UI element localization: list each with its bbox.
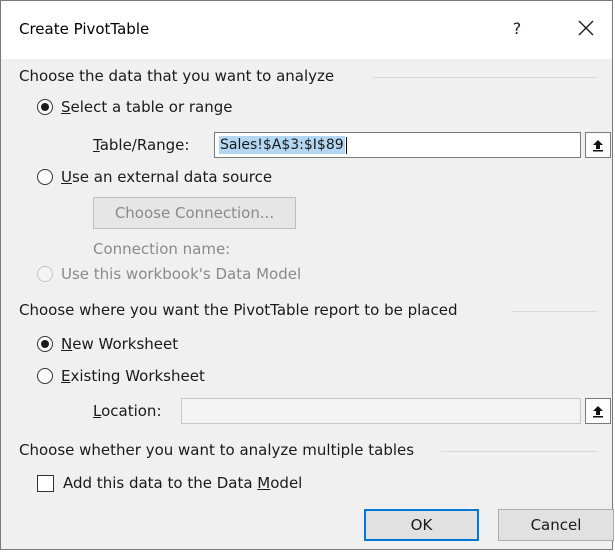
external-source-option[interactable]: Use an external data source bbox=[37, 168, 272, 186]
location-collapse-button[interactable] bbox=[585, 398, 611, 424]
data-model-label: Use this workbook's Data Model bbox=[61, 265, 302, 283]
data-model-radio[interactable] bbox=[37, 266, 53, 282]
table-range-collapse-button[interactable] bbox=[585, 132, 611, 158]
new-worksheet-radio[interactable] bbox=[37, 336, 53, 352]
text-caret bbox=[345, 136, 347, 154]
cancel-button[interactable]: Cancel bbox=[498, 509, 614, 541]
data-section-label: Choose the data that you want to analyze bbox=[19, 67, 335, 85]
select-range-option[interactable]: Select a table or range bbox=[37, 98, 233, 116]
external-source-radio[interactable] bbox=[37, 169, 53, 185]
title-bar: Create PivotTable ? bbox=[1, 1, 612, 59]
select-range-radio[interactable] bbox=[37, 99, 53, 115]
choose-connection-button[interactable]: Choose Connection... bbox=[93, 197, 296, 229]
new-worksheet-option[interactable]: New Worksheet bbox=[37, 335, 178, 353]
location-input[interactable] bbox=[181, 398, 581, 424]
add-to-data-model-option[interactable]: Add this data to the Data Model bbox=[37, 474, 302, 492]
dialog-title: Create PivotTable bbox=[19, 20, 150, 38]
placement-section-label: Choose where you want the PivotTable rep… bbox=[19, 301, 458, 319]
help-button[interactable]: ? bbox=[503, 15, 531, 43]
new-worksheet-label: New Worksheet bbox=[61, 335, 179, 353]
external-source-label: Use an external data source bbox=[61, 168, 273, 186]
collapse-dialog-icon bbox=[593, 140, 603, 152]
add-to-data-model-checkbox[interactable] bbox=[37, 474, 54, 492]
existing-worksheet-option[interactable]: Existing Worksheet bbox=[37, 367, 205, 385]
close-icon bbox=[578, 20, 594, 36]
data-section-divider bbox=[373, 77, 597, 78]
close-button[interactable] bbox=[571, 13, 601, 43]
add-to-data-model-label: Add this data to the Data Model bbox=[63, 474, 303, 492]
table-range-input[interactable]: Sales!$A$3:$I$89 bbox=[214, 132, 581, 158]
create-pivottable-dialog: Create PivotTable ? Choose the data that… bbox=[0, 0, 614, 550]
multi-section-label: Choose whether you want to analyze multi… bbox=[19, 441, 415, 459]
location-label: Location: bbox=[93, 402, 162, 420]
select-range-label: Select a table or range bbox=[61, 98, 233, 116]
existing-worksheet-label: Existing Worksheet bbox=[61, 367, 205, 385]
multi-section-divider bbox=[441, 451, 597, 452]
placement-section-divider bbox=[511, 311, 597, 312]
collapse-dialog-icon bbox=[593, 406, 603, 418]
existing-worksheet-radio[interactable] bbox=[37, 368, 53, 384]
table-range-label: Table/Range: bbox=[93, 136, 190, 154]
connection-name-label: Connection name: bbox=[93, 240, 231, 258]
table-range-value: Sales!$A$3:$I$89 bbox=[219, 136, 345, 154]
ok-button[interactable]: OK bbox=[364, 509, 479, 541]
data-model-option[interactable]: Use this workbook's Data Model bbox=[37, 265, 301, 283]
